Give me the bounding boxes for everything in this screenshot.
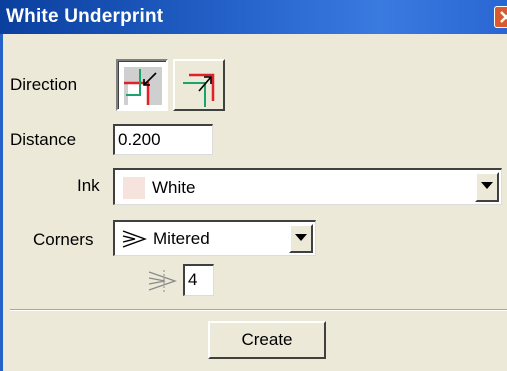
direction-inward-button[interactable]	[116, 59, 168, 111]
corners-value: Mitered	[153, 229, 210, 248]
ink-color-swatch	[123, 177, 145, 199]
outward-arrow-icon	[183, 73, 215, 107]
close-button[interactable]	[494, 6, 507, 28]
window-border	[0, 34, 3, 371]
mitered-corner-icon	[122, 230, 147, 248]
close-icon	[500, 11, 507, 23]
direction-label: Direction	[10, 75, 78, 94]
ink-select[interactable]: White	[113, 168, 502, 205]
distance-label: Distance	[10, 130, 77, 149]
title-bar: White Underprint	[0, 0, 507, 34]
ink-value: White	[152, 178, 196, 197]
separator	[10, 309, 507, 311]
create-button[interactable]: Create	[208, 321, 326, 359]
corners-select[interactable]: Mitered	[113, 220, 316, 256]
corners-dropdown-button[interactable]	[289, 224, 313, 253]
corners-label: Corners	[33, 230, 94, 249]
window-title: White Underprint	[6, 6, 164, 27]
distance-input[interactable]: 0.200	[113, 124, 213, 155]
ink-label: Ink	[77, 176, 100, 195]
ink-dropdown-button[interactable]	[475, 172, 499, 202]
inward-arrow-icon	[124, 67, 162, 105]
miter-limit-icon	[148, 270, 177, 292]
direction-outward-button[interactable]	[173, 59, 225, 111]
miter-limit-input[interactable]: 4	[183, 264, 214, 296]
